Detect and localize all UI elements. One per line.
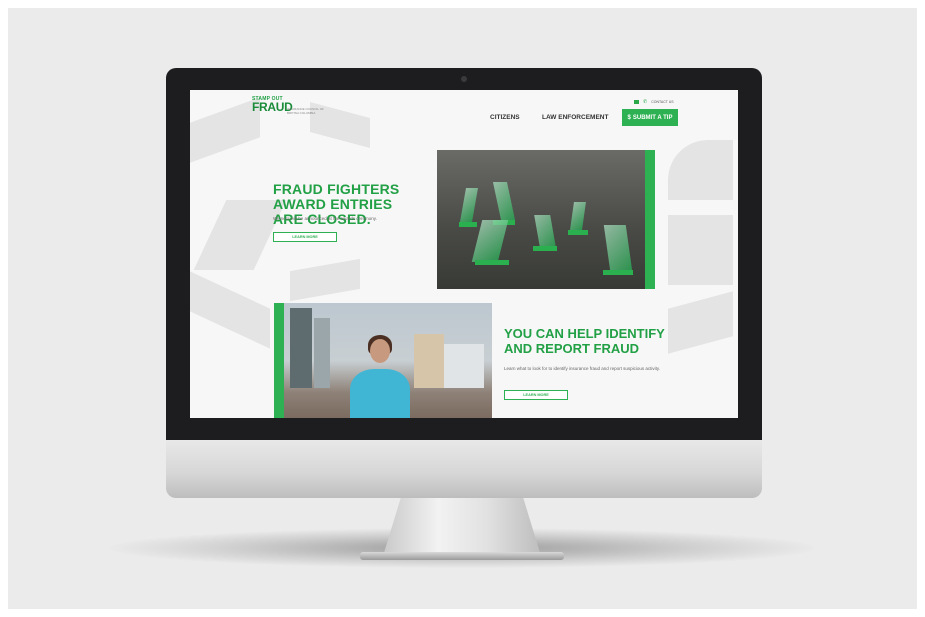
trophy-base bbox=[603, 270, 633, 275]
building-shape bbox=[314, 318, 330, 388]
contact-link[interactable]: ✆ CONTACT US bbox=[634, 99, 674, 105]
submit-tip-button[interactable]: $ SUBMIT A TIP bbox=[622, 109, 678, 126]
bg-shape bbox=[668, 291, 733, 354]
trophy-base bbox=[533, 246, 557, 251]
building-shape bbox=[414, 334, 444, 388]
hero-subtext: Winners will be announced at the awards … bbox=[273, 216, 377, 221]
trophy-base bbox=[568, 230, 588, 235]
submit-tip-label: SUBMIT A TIP bbox=[632, 114, 673, 121]
dollar-icon: $ bbox=[627, 114, 631, 121]
woman-jacket bbox=[350, 369, 410, 418]
trophy-base bbox=[459, 222, 477, 227]
building-shape bbox=[290, 308, 312, 388]
monitor-chin bbox=[166, 438, 762, 498]
monitor-bezel: STAMP OUT FRAUD INSURANCE COUNCIL OF BRI… bbox=[166, 68, 762, 440]
bg-shape bbox=[190, 97, 260, 163]
site-logo[interactable]: STAMP OUT FRAUD INSURANCE COUNCIL OF BRI… bbox=[252, 96, 324, 114]
phone-icon[interactable]: ✆ bbox=[643, 99, 647, 105]
trophy-shape bbox=[534, 215, 556, 247]
trophy-shape bbox=[471, 220, 509, 262]
website-screen: STAMP OUT FRAUD INSURANCE COUNCIL OF BRI… bbox=[190, 90, 738, 418]
bg-shape bbox=[290, 258, 360, 302]
woman-photo bbox=[274, 303, 492, 418]
hero-learn-more-button[interactable]: LEARN MORE bbox=[273, 232, 337, 242]
logo-tagline: INSURANCE COUNCIL OF BRITISH COLUMBIA bbox=[287, 107, 324, 115]
contact-label[interactable]: CONTACT US bbox=[651, 100, 673, 104]
bg-shape bbox=[190, 271, 270, 349]
nav-citizens[interactable]: CITIZENS bbox=[490, 114, 520, 121]
trophy-shape bbox=[603, 225, 633, 271]
section-subtext: Learn what to look for to identify insur… bbox=[504, 366, 660, 371]
monitor-stand-base bbox=[360, 552, 564, 560]
section-learn-more-button[interactable]: LEARN MORE bbox=[504, 390, 568, 400]
trophy-shape bbox=[570, 202, 586, 230]
monitor-stand bbox=[383, 494, 541, 556]
bg-shape bbox=[668, 215, 733, 285]
building-shape bbox=[444, 344, 484, 388]
nav-law-enforcement[interactable]: LAW ENFORCEMENT bbox=[542, 114, 608, 121]
camera-icon bbox=[461, 76, 467, 82]
mail-icon[interactable] bbox=[634, 100, 639, 104]
awards-photo bbox=[437, 150, 655, 289]
hero-learn-more-label: LEARN MORE bbox=[292, 235, 318, 239]
bg-shape bbox=[668, 140, 733, 200]
woman-face bbox=[370, 339, 390, 363]
trophy-shape bbox=[492, 182, 516, 220]
section-learn-more-label: LEARN MORE bbox=[523, 393, 549, 397]
section-heading: YOU CAN HELP IDENTIFY AND REPORT FRAUD bbox=[504, 326, 665, 356]
trophy-base bbox=[475, 260, 509, 265]
trophy-shape bbox=[460, 188, 478, 222]
